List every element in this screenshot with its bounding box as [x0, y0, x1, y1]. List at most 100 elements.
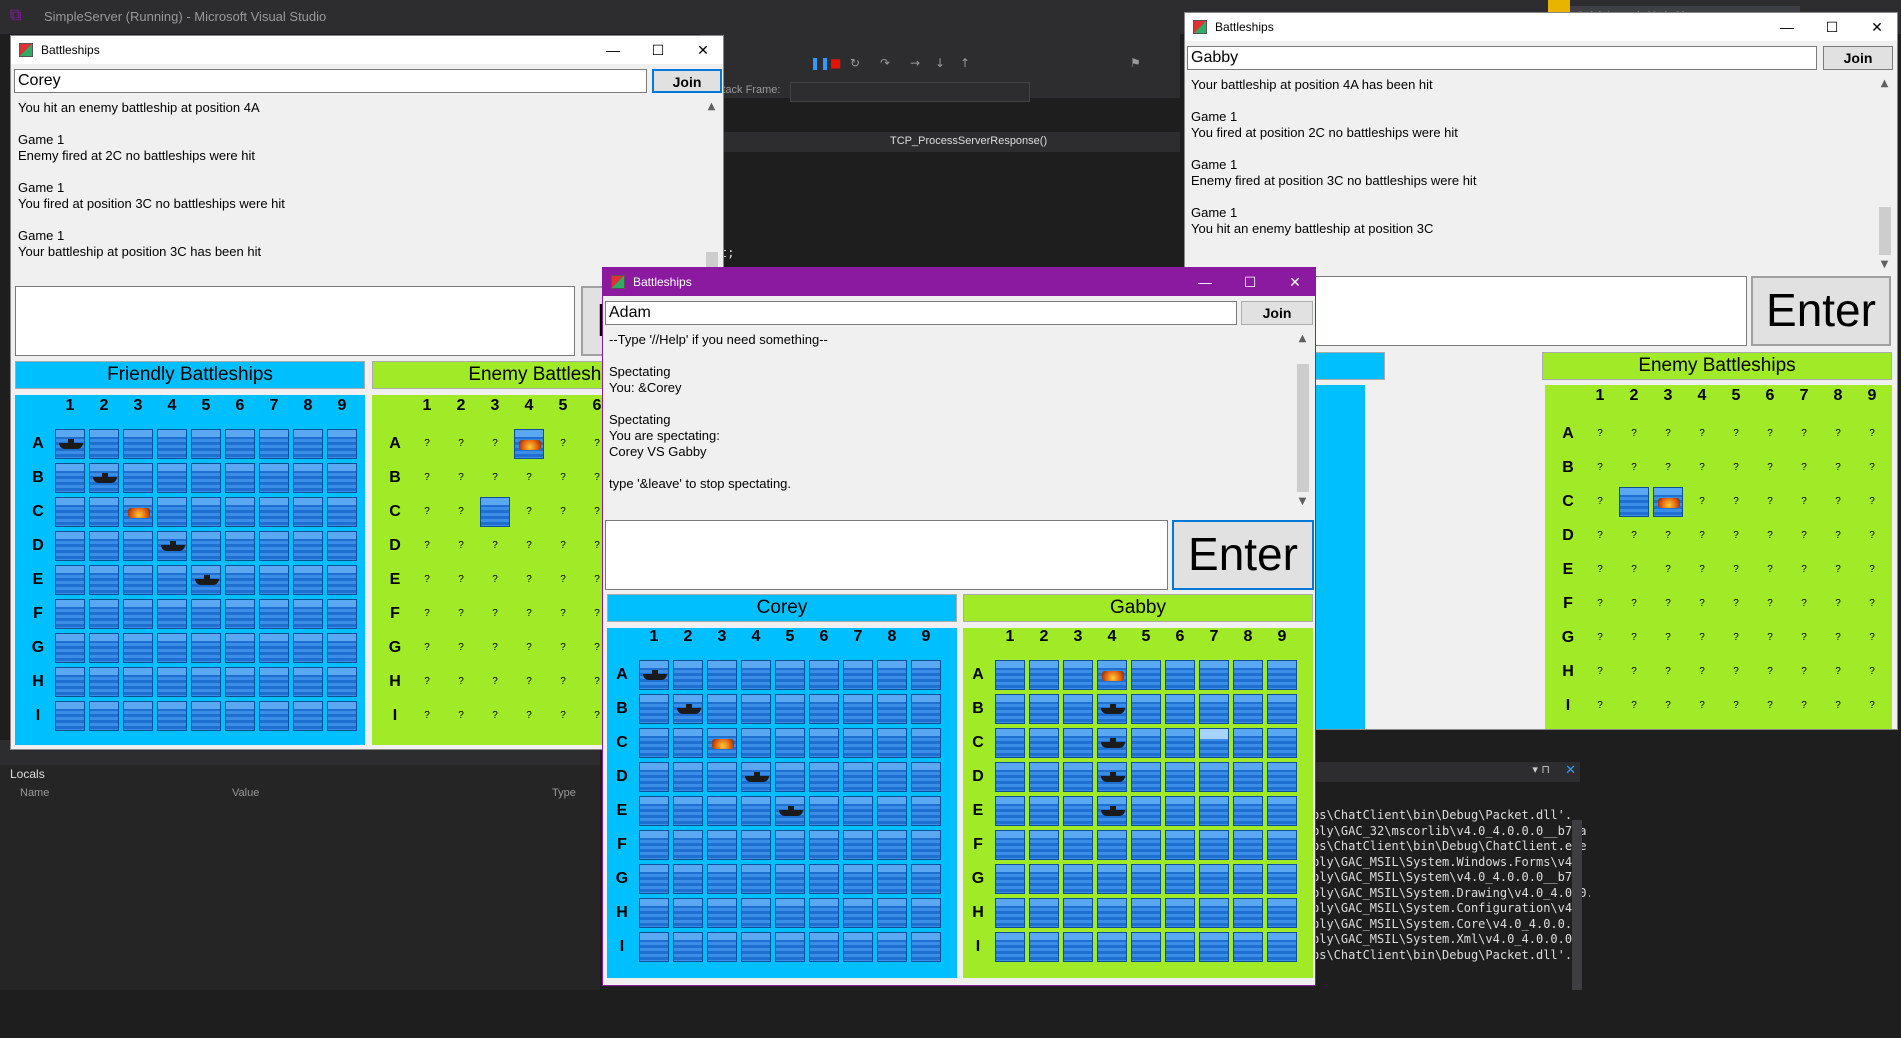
- board-cell[interactable]: [1165, 660, 1195, 690]
- board-cell[interactable]: ?: [1619, 521, 1649, 551]
- board-cell[interactable]: ?: [1619, 589, 1649, 619]
- board-cell[interactable]: ?: [1823, 623, 1853, 653]
- maximize-icon[interactable]: ☐: [1235, 272, 1265, 292]
- board-cell[interactable]: ?: [514, 463, 544, 493]
- board-cell[interactable]: [673, 694, 703, 724]
- board-cell[interactable]: ?: [514, 565, 544, 595]
- board-cell[interactable]: ?: [446, 531, 476, 561]
- board-cell[interactable]: [55, 633, 85, 663]
- board-cell[interactable]: [123, 463, 153, 493]
- board-cell[interactable]: ?: [412, 429, 442, 459]
- board-cell[interactable]: ?: [1619, 657, 1649, 687]
- board-cell[interactable]: [225, 463, 255, 493]
- board-cell[interactable]: ?: [1619, 623, 1649, 653]
- scroll-up-icon[interactable]: ▲: [1294, 330, 1311, 347]
- board-cell[interactable]: [1199, 694, 1229, 724]
- board-cell[interactable]: [775, 796, 805, 826]
- board-cell[interactable]: [259, 701, 289, 731]
- board-cell[interactable]: [1267, 830, 1297, 860]
- board-cell[interactable]: ?: [1857, 623, 1887, 653]
- scroll-thumb[interactable]: [1879, 207, 1891, 255]
- board-cell[interactable]: ?: [1653, 691, 1683, 721]
- board-cell[interactable]: [911, 728, 941, 758]
- board-cell[interactable]: [123, 701, 153, 731]
- board-cell[interactable]: [225, 667, 255, 697]
- close-icon[interactable]: ✕: [1280, 272, 1310, 292]
- board-cell[interactable]: [1267, 694, 1297, 724]
- board-cell[interactable]: ?: [480, 429, 510, 459]
- player-name-input[interactable]: Corey: [14, 69, 647, 93]
- board-cell[interactable]: [843, 864, 873, 894]
- board-cell[interactable]: [327, 701, 357, 731]
- board-cell[interactable]: ?: [1857, 555, 1887, 585]
- board-cell[interactable]: ?: [1857, 521, 1887, 551]
- board-cell[interactable]: [911, 660, 941, 690]
- message-input[interactable]: [15, 286, 575, 356]
- board-cell[interactable]: [809, 830, 839, 860]
- board-cell[interactable]: ?: [1721, 623, 1751, 653]
- board-cell[interactable]: ?: [446, 429, 476, 459]
- pause-icon[interactable]: ❚❚: [810, 56, 830, 70]
- board-cell[interactable]: [741, 694, 771, 724]
- board-cell[interactable]: ?: [1687, 487, 1717, 517]
- close-icon[interactable]: ✕: [688, 40, 718, 60]
- board-cell[interactable]: [1165, 796, 1195, 826]
- board-cell[interactable]: [191, 633, 221, 663]
- board-cell[interactable]: ?: [412, 667, 442, 697]
- board-cell[interactable]: [639, 864, 669, 894]
- board-cell[interactable]: ?: [1585, 419, 1615, 449]
- board-cell[interactable]: [1097, 660, 1127, 690]
- board-cell[interactable]: [1165, 728, 1195, 758]
- board-cell[interactable]: [843, 830, 873, 860]
- board-cell[interactable]: ?: [446, 667, 476, 697]
- join-button[interactable]: Join: [1241, 301, 1313, 325]
- board-cell[interactable]: ?: [446, 633, 476, 663]
- board-cell[interactable]: [89, 701, 119, 731]
- board-cell[interactable]: [1233, 864, 1263, 894]
- board-cell[interactable]: ?: [1653, 657, 1683, 687]
- board-cell[interactable]: [707, 864, 737, 894]
- player-name-input[interactable]: Gabby: [1187, 46, 1817, 70]
- board-cell[interactable]: [514, 429, 544, 459]
- board-cell[interactable]: ?: [514, 497, 544, 527]
- board-cell[interactable]: [1165, 830, 1195, 860]
- board-cell[interactable]: ?: [412, 701, 442, 731]
- board-cell[interactable]: [1267, 762, 1297, 792]
- board-cell[interactable]: ?: [548, 599, 578, 629]
- board-cell[interactable]: [809, 898, 839, 928]
- board-cell[interactable]: ?: [1653, 589, 1683, 619]
- board-cell[interactable]: ?: [412, 463, 442, 493]
- board-cell[interactable]: [89, 633, 119, 663]
- board-cell[interactable]: [1199, 728, 1229, 758]
- board-cell[interactable]: [327, 463, 357, 493]
- board-cell[interactable]: ?: [1789, 521, 1819, 551]
- board-cell[interactable]: [1097, 728, 1127, 758]
- chat-scrollbar[interactable]: ▲ ▼: [1294, 330, 1311, 510]
- board-cell[interactable]: ?: [1857, 589, 1887, 619]
- board-cell[interactable]: ?: [1619, 453, 1649, 483]
- bookmark-icon[interactable]: ⚑: [1130, 56, 1141, 70]
- minimize-icon[interactable]: —: [1772, 17, 1802, 37]
- board-cell[interactable]: [843, 796, 873, 826]
- board-cell[interactable]: [157, 599, 187, 629]
- board-cell[interactable]: ?: [1721, 555, 1751, 585]
- board-cell[interactable]: ?: [1585, 623, 1615, 653]
- board-cell[interactable]: ?: [1789, 419, 1819, 449]
- board-cell[interactable]: [55, 497, 85, 527]
- board-cell[interactable]: [327, 429, 357, 459]
- board-cell[interactable]: [1063, 932, 1093, 962]
- board-cell[interactable]: [639, 762, 669, 792]
- board-cell[interactable]: [809, 932, 839, 962]
- board-cell[interactable]: ?: [446, 463, 476, 493]
- board-cell[interactable]: ?: [1653, 623, 1683, 653]
- board-cell[interactable]: ?: [1823, 419, 1853, 449]
- board-cell[interactable]: ?: [1789, 691, 1819, 721]
- board-cell[interactable]: [1165, 898, 1195, 928]
- board-cell[interactable]: [1029, 796, 1059, 826]
- board-cell[interactable]: ?: [1721, 521, 1751, 551]
- board-cell[interactable]: [157, 531, 187, 561]
- board-cell[interactable]: ?: [446, 497, 476, 527]
- board-cell[interactable]: [123, 667, 153, 697]
- step-out-icon[interactable]: ↑: [960, 56, 970, 70]
- enter-button[interactable]: Enter: [1751, 276, 1891, 346]
